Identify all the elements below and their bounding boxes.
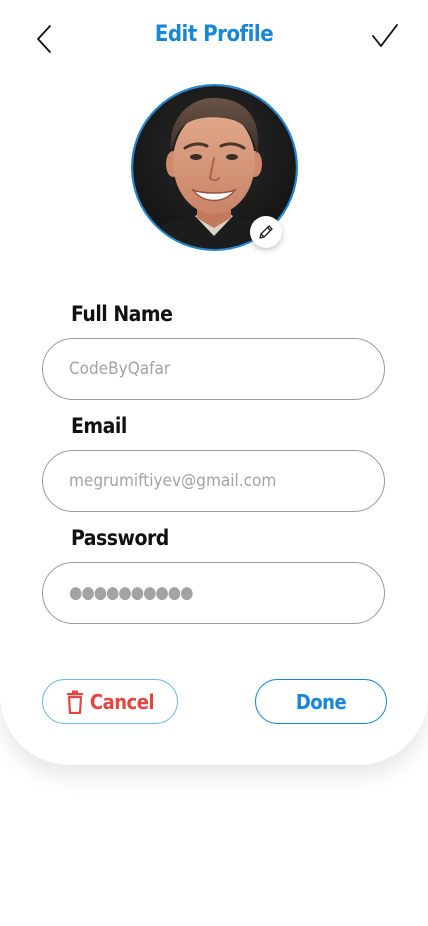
avatar-container <box>131 84 298 251</box>
pencil-icon <box>259 225 273 239</box>
profile-card: Edit Profile Full Name CodeByQafar Email… <box>0 0 428 765</box>
checkmark-icon <box>372 24 398 47</box>
password-input[interactable]: ●●●●●●●●●● <box>42 562 385 624</box>
email-input[interactable]: megrumiftiyev@gmail.com <box>42 450 385 512</box>
confirm-button[interactable] <box>368 22 402 52</box>
password-value: ●●●●●●●●●● <box>69 583 193 603</box>
done-label: Done <box>295 689 347 714</box>
edit-profile-screen: Edit Profile Full Name CodeByQafar Email… <box>0 0 428 926</box>
email-value: megrumiftiyev@gmail.com <box>69 471 277 491</box>
email-label: Email <box>71 414 127 438</box>
password-label: Password <box>71 526 169 550</box>
edit-photo-button[interactable] <box>250 216 282 248</box>
trash-icon <box>66 690 83 714</box>
page-title: Edit Profile <box>154 22 274 47</box>
cancel-label: Cancel <box>89 689 155 714</box>
full-name-label: Full Name <box>71 302 173 326</box>
header: Edit Profile <box>0 0 428 78</box>
done-button[interactable]: Done <box>255 679 387 724</box>
full-name-input[interactable]: CodeByQafar <box>42 338 385 400</box>
cancel-button[interactable]: Cancel <box>42 679 178 724</box>
full-name-value: CodeByQafar <box>69 359 171 379</box>
